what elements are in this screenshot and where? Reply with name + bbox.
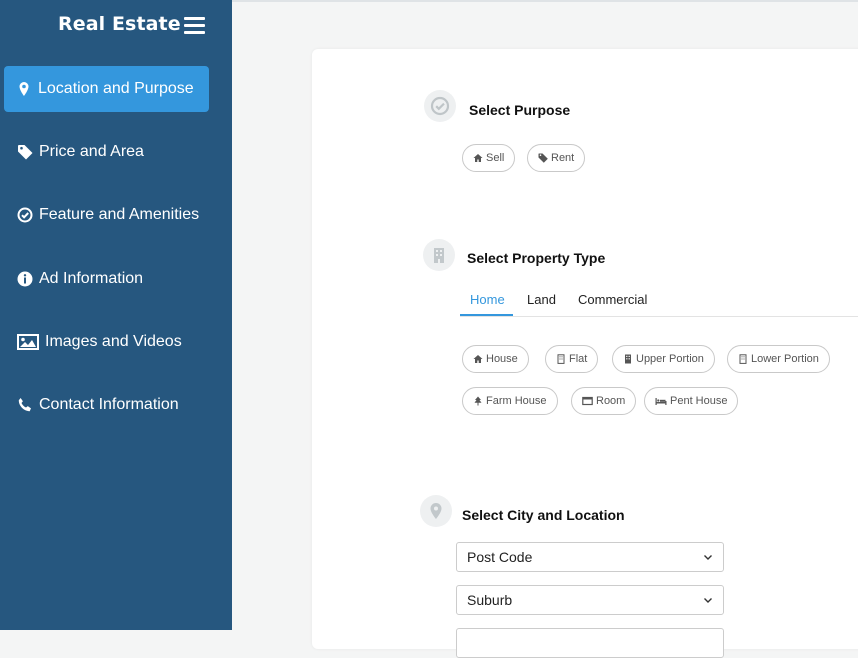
tab-land[interactable]: Land xyxy=(527,292,556,307)
sidebar-item-label: Contact Information xyxy=(39,396,179,413)
home-icon xyxy=(473,153,483,163)
brand-title: Real Estate xyxy=(58,13,181,35)
select-value: Suburb xyxy=(467,592,513,608)
sidebar-item-ad-information[interactable]: Ad Information xyxy=(5,256,210,302)
chevron-down-icon xyxy=(704,555,712,560)
check-circle-icon xyxy=(17,207,33,223)
building-outline-icon xyxy=(738,354,748,364)
top-border xyxy=(232,0,858,2)
sidebar-item-feature-amenities[interactable]: Feature and Amenities xyxy=(5,192,210,238)
sidebar-item-label: Location and Purpose xyxy=(38,80,194,97)
purpose-sell-chip[interactable]: Sell xyxy=(462,144,516,172)
select-value: Post Code xyxy=(467,549,533,565)
tab-commercial[interactable]: Commercial xyxy=(578,292,647,307)
suburb-select[interactable]: Suburb xyxy=(456,585,724,615)
sidebar-item-label: Price and Area xyxy=(39,143,144,160)
home-icon xyxy=(473,354,483,364)
sidebar-item-label: Feature and Amenities xyxy=(39,206,200,223)
tag-icon xyxy=(538,153,548,163)
tabs-divider xyxy=(460,316,858,317)
building-icon xyxy=(623,354,633,364)
building-outline-icon xyxy=(556,354,566,364)
tag-icon xyxy=(17,144,33,160)
next-select-partial[interactable] xyxy=(456,628,724,658)
hamburger-menu-icon[interactable] xyxy=(184,17,205,35)
chip-label: Rent xyxy=(551,152,575,164)
property-flat-chip[interactable]: Flat xyxy=(545,345,599,373)
map-marker-icon xyxy=(420,495,452,527)
chip-label: Upper Portion xyxy=(636,353,704,365)
sidebar: Real Estate Location and Purpose Price a… xyxy=(0,0,232,630)
sidebar-item-location-purpose[interactable]: Location and Purpose xyxy=(4,66,209,112)
sidebar-item-images-videos[interactable]: Images and Videos xyxy=(5,319,210,365)
bed-icon xyxy=(655,396,667,406)
sidebar-item-price-area[interactable]: Price and Area xyxy=(5,129,210,175)
sidebar-item-contact-information[interactable]: Contact Information xyxy=(5,382,210,428)
chip-label: Lower Portion xyxy=(751,353,819,365)
phone-icon xyxy=(17,397,33,413)
info-circle-icon xyxy=(17,271,33,287)
chip-label: Pent House xyxy=(670,395,728,407)
purpose-rent-chip[interactable]: Rent xyxy=(527,144,586,172)
tab-home[interactable]: Home xyxy=(470,292,505,307)
sidebar-item-label: Ad Information xyxy=(39,270,144,287)
chip-label: House xyxy=(486,353,518,365)
post-code-select[interactable]: Post Code xyxy=(456,542,724,572)
image-icon xyxy=(17,334,39,350)
active-tab-indicator xyxy=(460,314,513,316)
property-lower-portion-chip[interactable]: Lower Portion xyxy=(727,345,830,373)
building-icon xyxy=(423,239,455,271)
chip-label: Room xyxy=(596,395,626,407)
form-card: Select Purpose Sell Rent Select Property… xyxy=(312,49,858,658)
chip-label: Farm House xyxy=(486,395,547,407)
property-farm-house-chip[interactable]: Farm House xyxy=(462,387,558,415)
map-marker-icon xyxy=(16,81,32,97)
property-pent-house-chip[interactable]: Pent House xyxy=(644,387,739,415)
select-purpose-title: Select Purpose xyxy=(469,102,571,118)
property-upper-portion-chip[interactable]: Upper Portion xyxy=(612,345,715,373)
check-circle-icon xyxy=(424,90,456,122)
chevron-down-icon xyxy=(704,598,712,603)
chip-label: Flat xyxy=(569,353,588,365)
window-icon xyxy=(582,396,593,406)
chip-label: Sell xyxy=(486,152,505,164)
select-property-type-title: Select Property Type xyxy=(467,250,606,266)
tree-icon xyxy=(473,396,483,406)
property-room-chip[interactable]: Room xyxy=(571,387,637,415)
sidebar-item-label: Images and Videos xyxy=(45,333,182,350)
property-house-chip[interactable]: House xyxy=(462,345,529,373)
select-city-location-title: Select City and Location xyxy=(462,507,625,523)
